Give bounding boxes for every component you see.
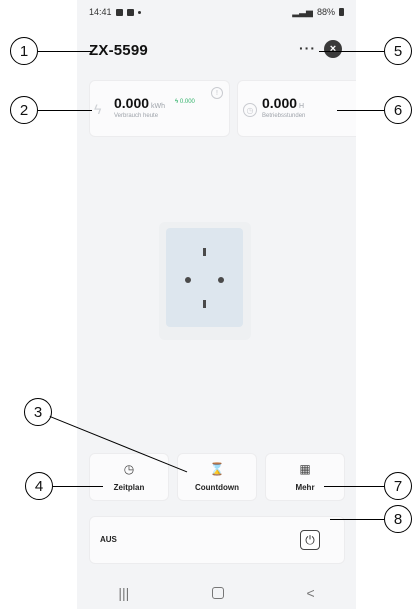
notification-dot	[137, 10, 141, 14]
callout-3: 3	[24, 398, 52, 426]
hourglass-icon: ⌛	[209, 462, 225, 476]
callout-line-6	[337, 110, 384, 111]
calendar-icon	[126, 8, 134, 16]
more-button[interactable]: ▦ Mehr	[265, 453, 345, 501]
countdown-button[interactable]: ⌛ Countdown	[177, 453, 257, 501]
energy-number: 0.000	[114, 95, 150, 111]
energy-value: 0.000 kWh	[114, 95, 165, 111]
socket-pin-right	[218, 277, 224, 283]
socket-illustration	[159, 222, 251, 340]
callout-5: 5	[384, 37, 412, 65]
recent-apps-icon[interactable]: |||	[118, 585, 129, 601]
socket-face	[166, 228, 243, 327]
socket-pin-left	[185, 277, 191, 283]
energy-label: Verbrauch heute	[114, 113, 159, 119]
status-bar: 14:41 ▂▃▅ 88%	[89, 4, 344, 20]
power-toggle-button[interactable]: ⏻	[300, 530, 320, 550]
power-row: AUS ⏻	[89, 516, 345, 564]
socket-slot-top	[203, 248, 206, 256]
home-icon[interactable]	[211, 587, 224, 599]
callout-2: 2	[10, 96, 38, 124]
callout-line-1	[38, 51, 92, 52]
callout-8: 8	[384, 505, 412, 533]
bolt-small-icon: ϟ	[175, 99, 179, 105]
battery-icon	[339, 8, 344, 16]
runtime-card[interactable]: ◷ 0.000 H Betriebsstunden	[237, 80, 356, 137]
callout-line-7	[324, 486, 384, 487]
status-time: 14:41	[89, 7, 112, 17]
clock-icon: ◷	[123, 462, 135, 476]
more-menu-button[interactable]: ···	[299, 40, 316, 56]
energy-unit: kWh	[151, 103, 166, 110]
device-header: ZX-5599 ··· ×	[89, 38, 346, 62]
callout-4: 4	[25, 472, 53, 500]
runtime-value: 0.000 H	[262, 95, 304, 111]
phone-screen: 14:41 ▂▃▅ 88% ZX-5599 ··· × ϟ 0.000 kWh ϟ…	[77, 0, 356, 609]
runtime-unit: H	[299, 103, 305, 110]
battery-level: 88%	[316, 7, 335, 17]
callout-line-8	[330, 519, 384, 520]
callout-6: 6	[384, 96, 412, 124]
schedule-label: Zeitplan	[113, 483, 145, 492]
lightning-icon: ϟ	[94, 101, 102, 117]
device-title: ZX-5599	[89, 41, 148, 59]
energy-live-number: 0.000	[179, 99, 195, 105]
callout-7: 7	[384, 472, 412, 500]
info-icon[interactable]: !	[211, 87, 223, 99]
energy-card[interactable]: ϟ 0.000 kWh ϟ 0.000 Verbrauch heute !	[89, 80, 230, 137]
power-state-label: AUS	[100, 535, 117, 544]
callout-line-4	[53, 486, 103, 487]
socket-slot-bottom	[203, 300, 206, 308]
callout-line-2	[38, 110, 92, 111]
back-icon[interactable]: <	[306, 585, 314, 601]
clock-icon: ◷	[243, 103, 257, 117]
more-label: Mehr	[295, 483, 315, 492]
grid-icon: ▦	[299, 462, 311, 476]
runtime-number: 0.000	[262, 95, 298, 111]
countdown-label: Countdown	[195, 483, 239, 492]
signal-icon: ▂▃▅	[292, 6, 313, 17]
runtime-label: Betriebsstunden	[262, 113, 306, 119]
energy-live-value: ϟ 0.000	[175, 99, 195, 105]
callout-1: 1	[10, 37, 38, 65]
close-button[interactable]: ×	[324, 40, 342, 58]
callout-line-5	[319, 51, 384, 52]
android-navbar: ||| <	[77, 577, 356, 609]
image-icon	[115, 8, 123, 16]
